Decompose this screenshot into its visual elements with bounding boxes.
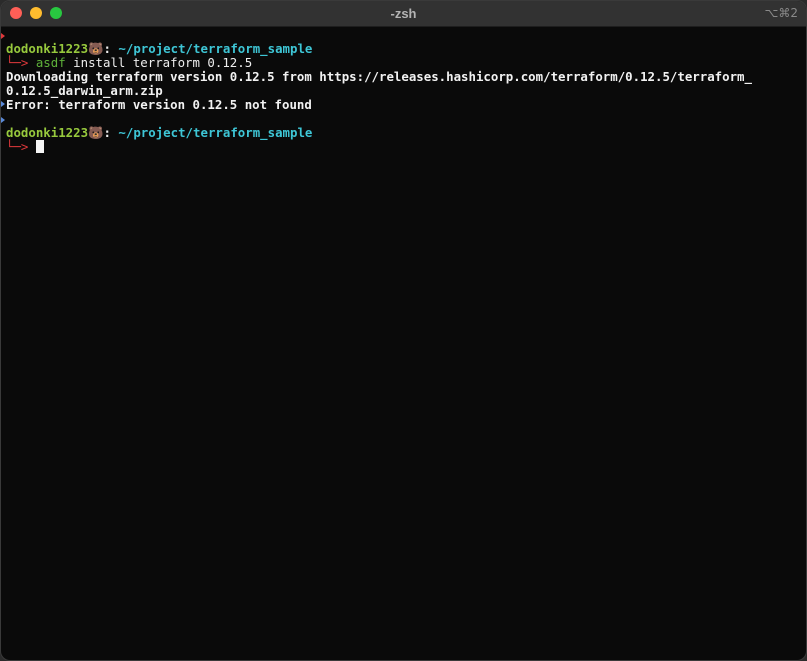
text-cursor[interactable] [35, 140, 44, 153]
bear-emoji-icon: 🐻 [88, 125, 104, 140]
prompt-marker-icon [1, 33, 5, 39]
title-bar[interactable]: -zsh ⌥⌘2 [1, 1, 806, 27]
prompt-arrow-icon: └─> [6, 55, 36, 70]
prompt-marker-icon [1, 101, 5, 107]
output-text: Downloading terraform version 0.12.5 fro… [6, 69, 752, 84]
prompt-line: dodonki1223🐻: ~/project/terraform_sample [6, 42, 804, 56]
command-name: asdf [35, 55, 66, 70]
prompt-separator: : [103, 41, 119, 56]
output-line: 0.12.5_darwin_arm.zip [6, 84, 804, 98]
prompt-line: dodonki1223🐻: ~/project/terraform_sample [6, 126, 804, 140]
prompt-user: dodonki1223 [6, 41, 89, 56]
prompt-separator: : [103, 125, 119, 140]
output-line: Downloading terraform version 0.12.5 fro… [6, 70, 804, 84]
terminal-window: -zsh ⌥⌘2 dodonki1223🐻: ~/project/terrafo… [0, 0, 807, 661]
error-line: Error: terraform version 0.12.5 not foun… [6, 98, 804, 112]
bear-emoji-icon: 🐻 [88, 41, 104, 56]
error-text: Error: terraform version 0.12.5 not foun… [6, 97, 312, 112]
prompt-marker-icon [1, 117, 5, 123]
command-args: install terraform 0.12.5 [65, 55, 253, 70]
command-line: └─> asdf install terraform 0.12.5 [6, 56, 804, 70]
prompt-path: ~/project/terraform_sample [118, 41, 313, 56]
prompt-arrow-icon: └─> [6, 139, 36, 154]
terminal-output[interactable]: dodonki1223🐻: ~/project/terraform_sample… [6, 42, 804, 660]
prompt-user: dodonki1223 [6, 125, 89, 140]
window-title: -zsh [390, 6, 417, 21]
output-text: 0.12.5_darwin_arm.zip [6, 83, 163, 98]
input-line[interactable]: └─> [6, 140, 804, 154]
prompt-path: ~/project/terraform_sample [118, 125, 313, 140]
tab-shortcut-label: ⌥⌘2 [764, 6, 798, 20]
